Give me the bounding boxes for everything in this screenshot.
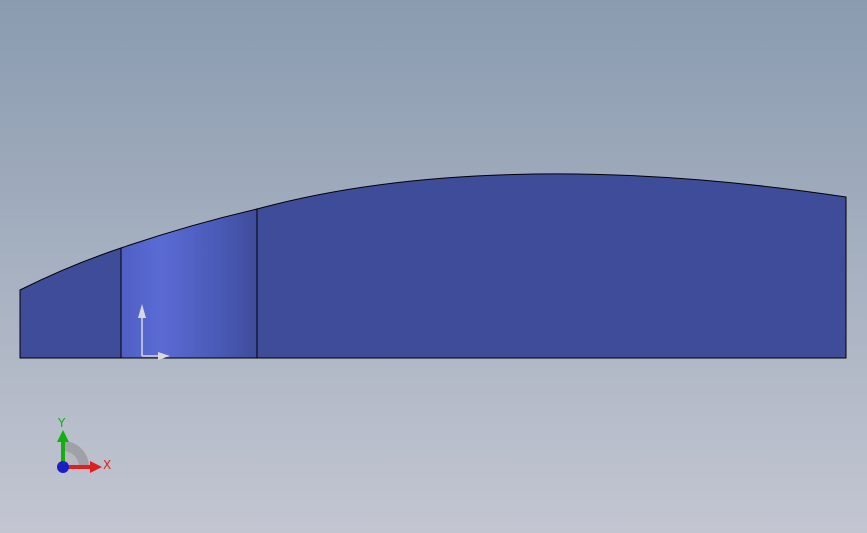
triad-y-label: Y: [57, 416, 66, 430]
triad-z-axis: [57, 461, 69, 473]
part-face-right[interactable]: [256, 173, 847, 359]
cad-graphics-viewport[interactable]: Y X: [0, 0, 867, 533]
model-view-canvas[interactable]: Y X: [0, 0, 867, 533]
triad-x-label: X: [103, 458, 111, 472]
